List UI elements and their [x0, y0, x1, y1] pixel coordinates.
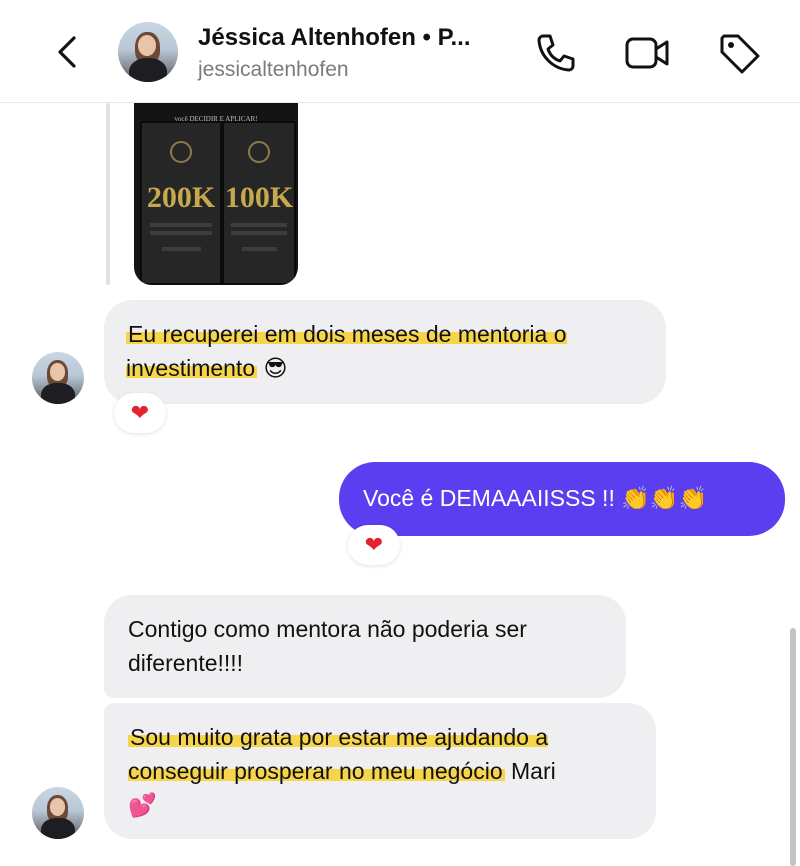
- contact-name[interactable]: Jéssica Altenhofen • P...: [198, 24, 518, 52]
- message-bubble-received[interactable]: Sou muito grata por estar me ajudando a …: [104, 703, 656, 839]
- back-icon[interactable]: [52, 34, 84, 70]
- message-bubble-sent[interactable]: Você é DEMAAAIISSS !! 👏👏👏: [339, 462, 785, 536]
- plaque-left-value: 200K: [146, 181, 216, 214]
- clapping-emoji: 👏👏👏: [621, 485, 708, 511]
- highlighted-text: Sou muito grata por estar me ajudando a …: [128, 724, 549, 784]
- contact-avatar-small[interactable]: [32, 787, 84, 839]
- video-call-icon[interactable]: [624, 30, 670, 76]
- shared-image[interactable]: você DECIDIR E APLICAR! 200K 100K: [134, 103, 298, 285]
- hearts-emoji: 💕: [128, 792, 157, 818]
- plaque-right-value: 100K: [224, 181, 294, 214]
- contact-username[interactable]: jessicaltenhofen: [198, 58, 349, 82]
- message-bubble-received[interactable]: Eu recuperei em dois meses de mentoria o…: [104, 300, 666, 404]
- plaque-left: 200K: [140, 121, 222, 285]
- heart-reaction[interactable]: ❤: [114, 393, 166, 433]
- plaque-right: 100K: [222, 121, 296, 285]
- chat-header: Jéssica Altenhofen • P... jessicaltenhof…: [0, 0, 800, 103]
- contact-avatar-small[interactable]: [32, 352, 84, 404]
- scrollbar[interactable]: [790, 628, 796, 866]
- message-text: Você é DEMAAAIISSS !!: [363, 485, 615, 511]
- heart-reaction[interactable]: ❤: [348, 525, 400, 565]
- sunglasses-emoji: 😎: [263, 355, 288, 381]
- contact-avatar[interactable]: [118, 22, 178, 82]
- message-text: Contigo como mentora não poderia ser dif…: [128, 616, 527, 676]
- reply-thread-line: [106, 103, 110, 285]
- tag-icon[interactable]: [716, 30, 762, 76]
- phone-icon[interactable]: [533, 30, 579, 76]
- highlighted-text: Eu recuperei em dois meses de mentoria o…: [126, 321, 567, 381]
- message-bubble-received[interactable]: Contigo como mentora não poderia ser dif…: [104, 595, 626, 698]
- message-text: Mari: [504, 758, 556, 784]
